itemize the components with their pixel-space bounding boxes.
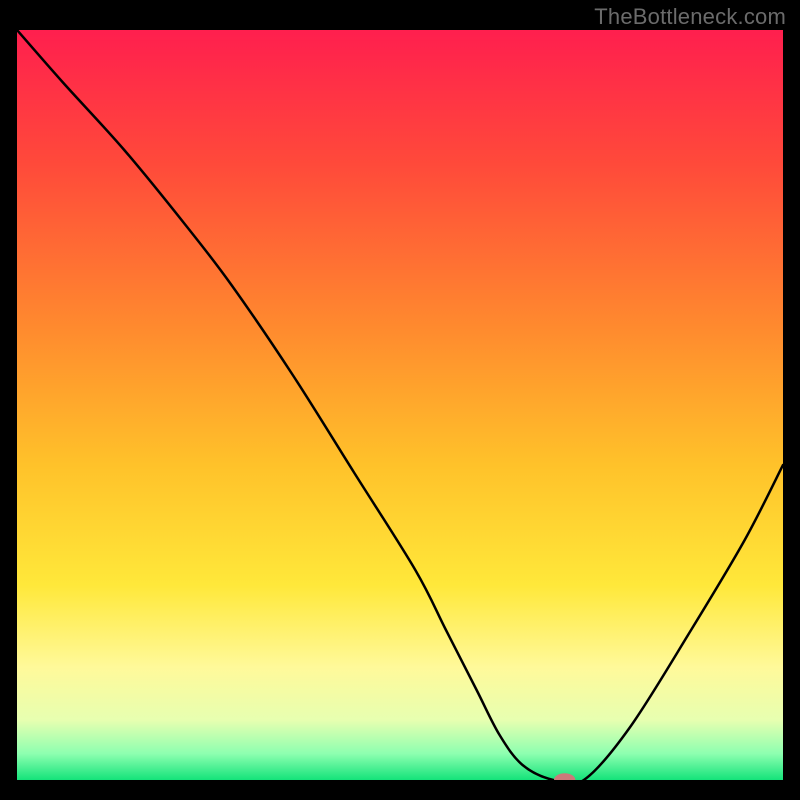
plot-area xyxy=(17,30,783,780)
chart-frame: TheBottleneck.com xyxy=(0,0,800,800)
watermark-text: TheBottleneck.com xyxy=(594,4,786,30)
gradient-plot xyxy=(17,30,783,780)
